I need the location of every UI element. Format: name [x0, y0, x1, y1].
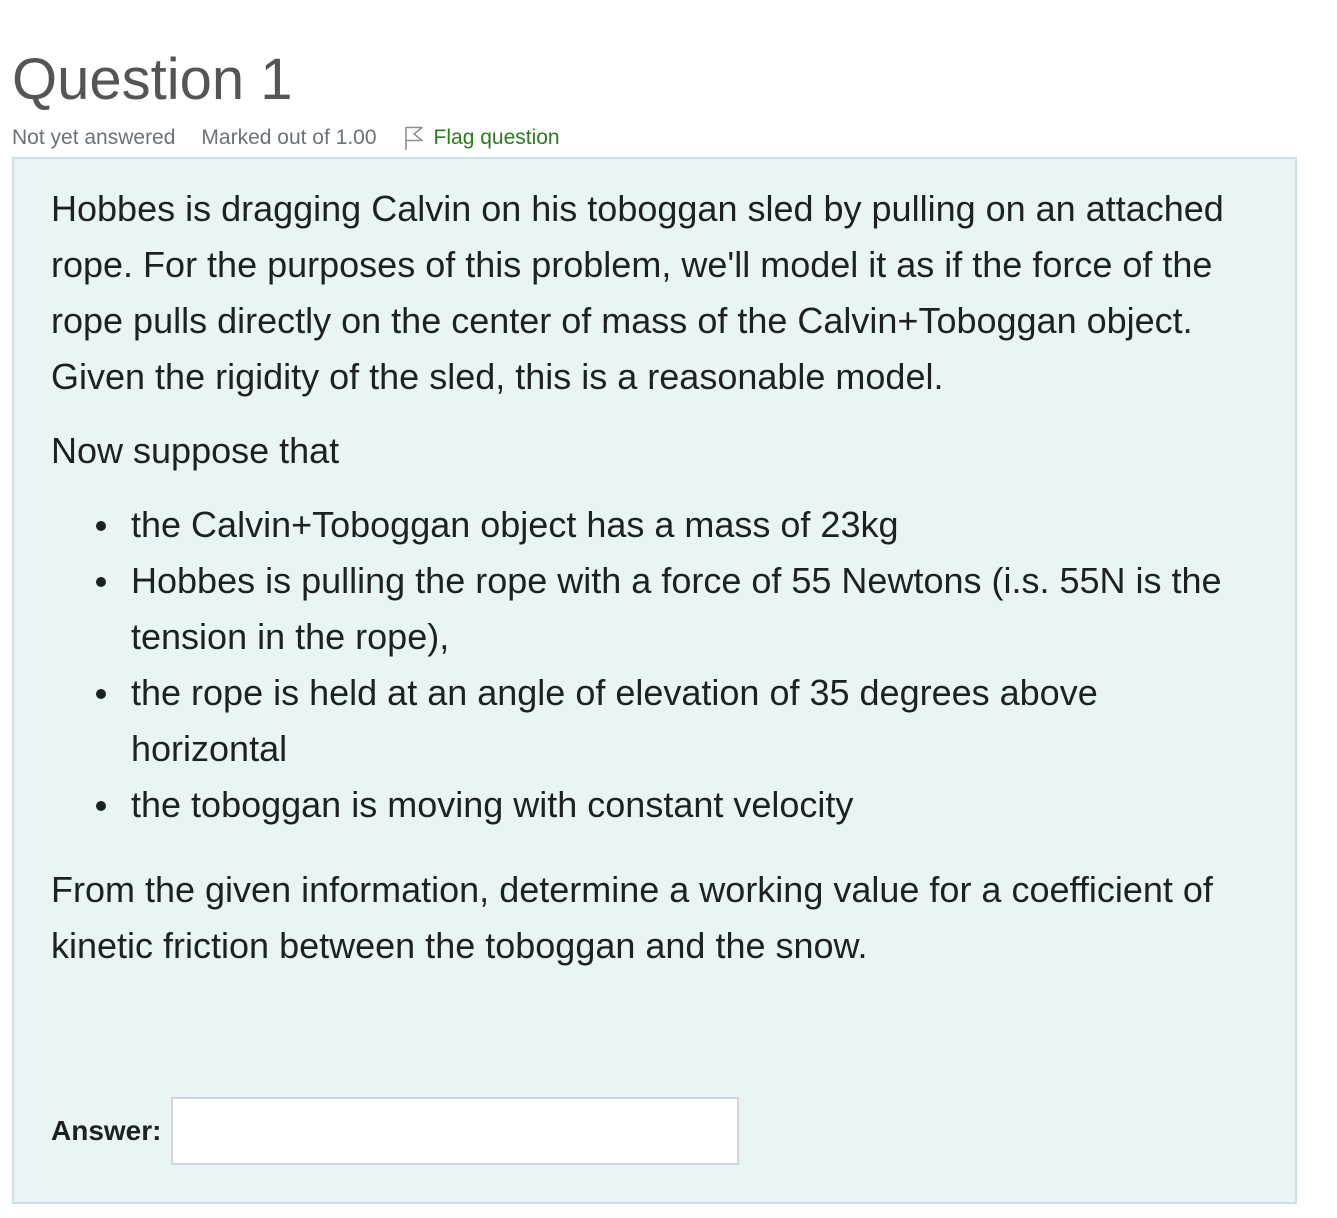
question-grade: Marked out of 1.00 — [201, 126, 377, 149]
flag-outline-icon — [403, 125, 425, 151]
list-item: the rope is held at an angle of elevatio… — [96, 665, 1251, 777]
question-page: Question 1 Not yet answered Marked out o… — [0, 0, 1337, 1218]
question-content: Hobbes is dragging Calvin on his tobogga… — [12, 157, 1297, 1204]
given-conditions-list: the Calvin+Toboggan object has a mass of… — [51, 497, 1251, 833]
flag-question-link[interactable]: Flag question — [403, 125, 560, 151]
answer-row: Answer: — [51, 1097, 740, 1165]
question-state: Not yet answered — [12, 126, 176, 149]
flag-question-label: Flag question — [433, 126, 560, 149]
list-item: Hobbes is pulling the rope with a force … — [96, 553, 1251, 665]
question-task: From the given information, determine a … — [51, 869, 1213, 966]
answer-input[interactable] — [171, 1097, 740, 1165]
question-info: Not yet answered Marked out of 1.00 Flag… — [12, 124, 560, 152]
question-intro: Hobbes is dragging Calvin on his tobogga… — [51, 188, 1224, 397]
question-text: Hobbes is dragging Calvin on his tobogga… — [51, 181, 1251, 974]
question-title: Question 1 — [12, 47, 293, 112]
question-lead: Now suppose that — [51, 430, 340, 471]
answer-label: Answer: — [51, 1115, 162, 1146]
list-item: the Calvin+Toboggan object has a mass of… — [96, 497, 1251, 553]
list-item: the toboggan is moving with constant vel… — [96, 777, 1251, 833]
